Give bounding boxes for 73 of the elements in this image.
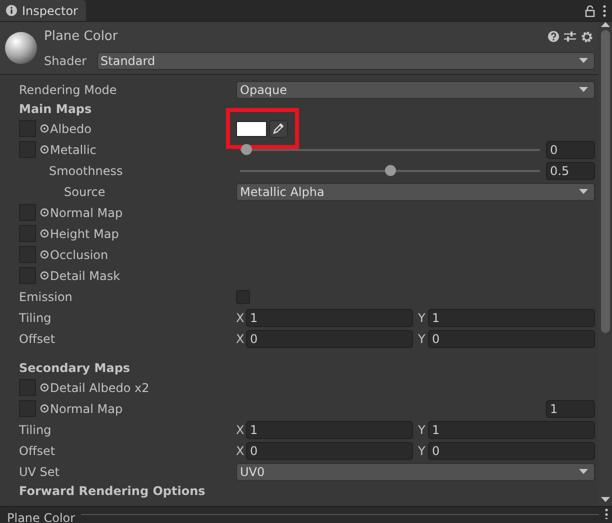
dropdown-arrow-icon [579,469,588,474]
number-field[interactable]: 0 [546,140,595,158]
axis-label: X [236,444,246,458]
material-name: Plane Color [44,29,118,44]
property-label: Offset [19,444,56,458]
axis-label: Y [418,332,426,346]
property-label: Tiling [19,310,52,324]
axis-label: X [236,310,246,324]
dropdown-arrow-icon [579,87,588,92]
number-field[interactable]: 0 [246,330,413,348]
property-label: Detail Mask [50,268,120,282]
shader-label: Shader [44,54,87,68]
lock-icon[interactable] [585,4,595,16]
object-picker-icon[interactable] [40,229,49,238]
property-label: Height Map [50,226,119,240]
eyedropper-button[interactable] [269,120,288,138]
property-label: UV Set [19,464,60,478]
axis-label: X [236,332,246,346]
section-header: Forward Rendering Options [18,484,206,498]
scroll-down-icon[interactable] [600,497,610,502]
settings-icon[interactable] [581,30,593,42]
footer-title: Plane Color [7,511,76,523]
number-field[interactable]: 0 [246,442,413,460]
object-picker-icon[interactable] [40,145,49,154]
dropdown[interactable]: Opaque [236,80,595,98]
axis-label: Y [418,422,426,436]
dropdown-arrow-icon [579,58,588,63]
object-picker-icon[interactable] [40,383,49,392]
object-picker-icon[interactable] [40,271,49,280]
property-label: Offset [19,332,56,346]
object-picker-icon[interactable] [40,124,49,133]
property-label: Smoothness [49,164,123,178]
more-options-icon[interactable] [603,4,606,16]
axis-label: X [236,422,246,436]
axis-label: Y [418,444,426,458]
dropdown[interactable]: Metallic Alpha [236,182,595,200]
color-swatch[interactable] [236,120,267,136]
property-label: Tiling [19,422,52,436]
property-label: Albedo [50,122,92,136]
more-options-icon[interactable] [605,507,608,519]
inspector-tab[interactable]: Inspector [0,0,86,21]
property-label: Normal Map [50,206,123,220]
number-field[interactable]: 1 [428,308,595,326]
material-sphere-icon [4,31,38,65]
number-field[interactable]: 1 [246,420,413,438]
section-header: Secondary Maps [18,361,130,375]
dropdown-arrow-icon [579,189,588,194]
number-field[interactable]: 1 [428,420,595,438]
slider-thumb[interactable] [385,165,396,176]
property-label: Rendering Mode [19,82,117,96]
property-label: Source [64,184,106,198]
info-icon [6,5,17,16]
property-label: Occlusion [50,248,108,262]
property-label: Normal Map [50,402,123,416]
number-field[interactable]: 0 [428,330,595,348]
number-field[interactable]: 1 [546,400,595,418]
section-header: Main Maps [18,102,92,116]
object-picker-icon[interactable] [40,208,49,217]
number-field[interactable]: 0 [428,442,595,460]
object-picker-icon[interactable] [40,250,49,259]
property-label: Metallic [50,142,96,156]
sliders-icon[interactable] [564,30,576,42]
number-field[interactable]: 1 [246,308,413,326]
axis-label: Y [418,310,426,324]
object-picker-icon[interactable] [40,404,49,413]
shader-dropdown[interactable]: Standard [96,52,595,70]
slider-thumb[interactable] [241,144,252,155]
dropdown[interactable]: UV0 [236,462,595,480]
number-field[interactable]: 0.5 [546,162,595,180]
property-label: Emission [19,290,72,304]
eyedropper-icon [273,123,284,134]
property-label: Detail Albedo x2 [50,380,150,394]
help-icon[interactable] [548,30,559,42]
